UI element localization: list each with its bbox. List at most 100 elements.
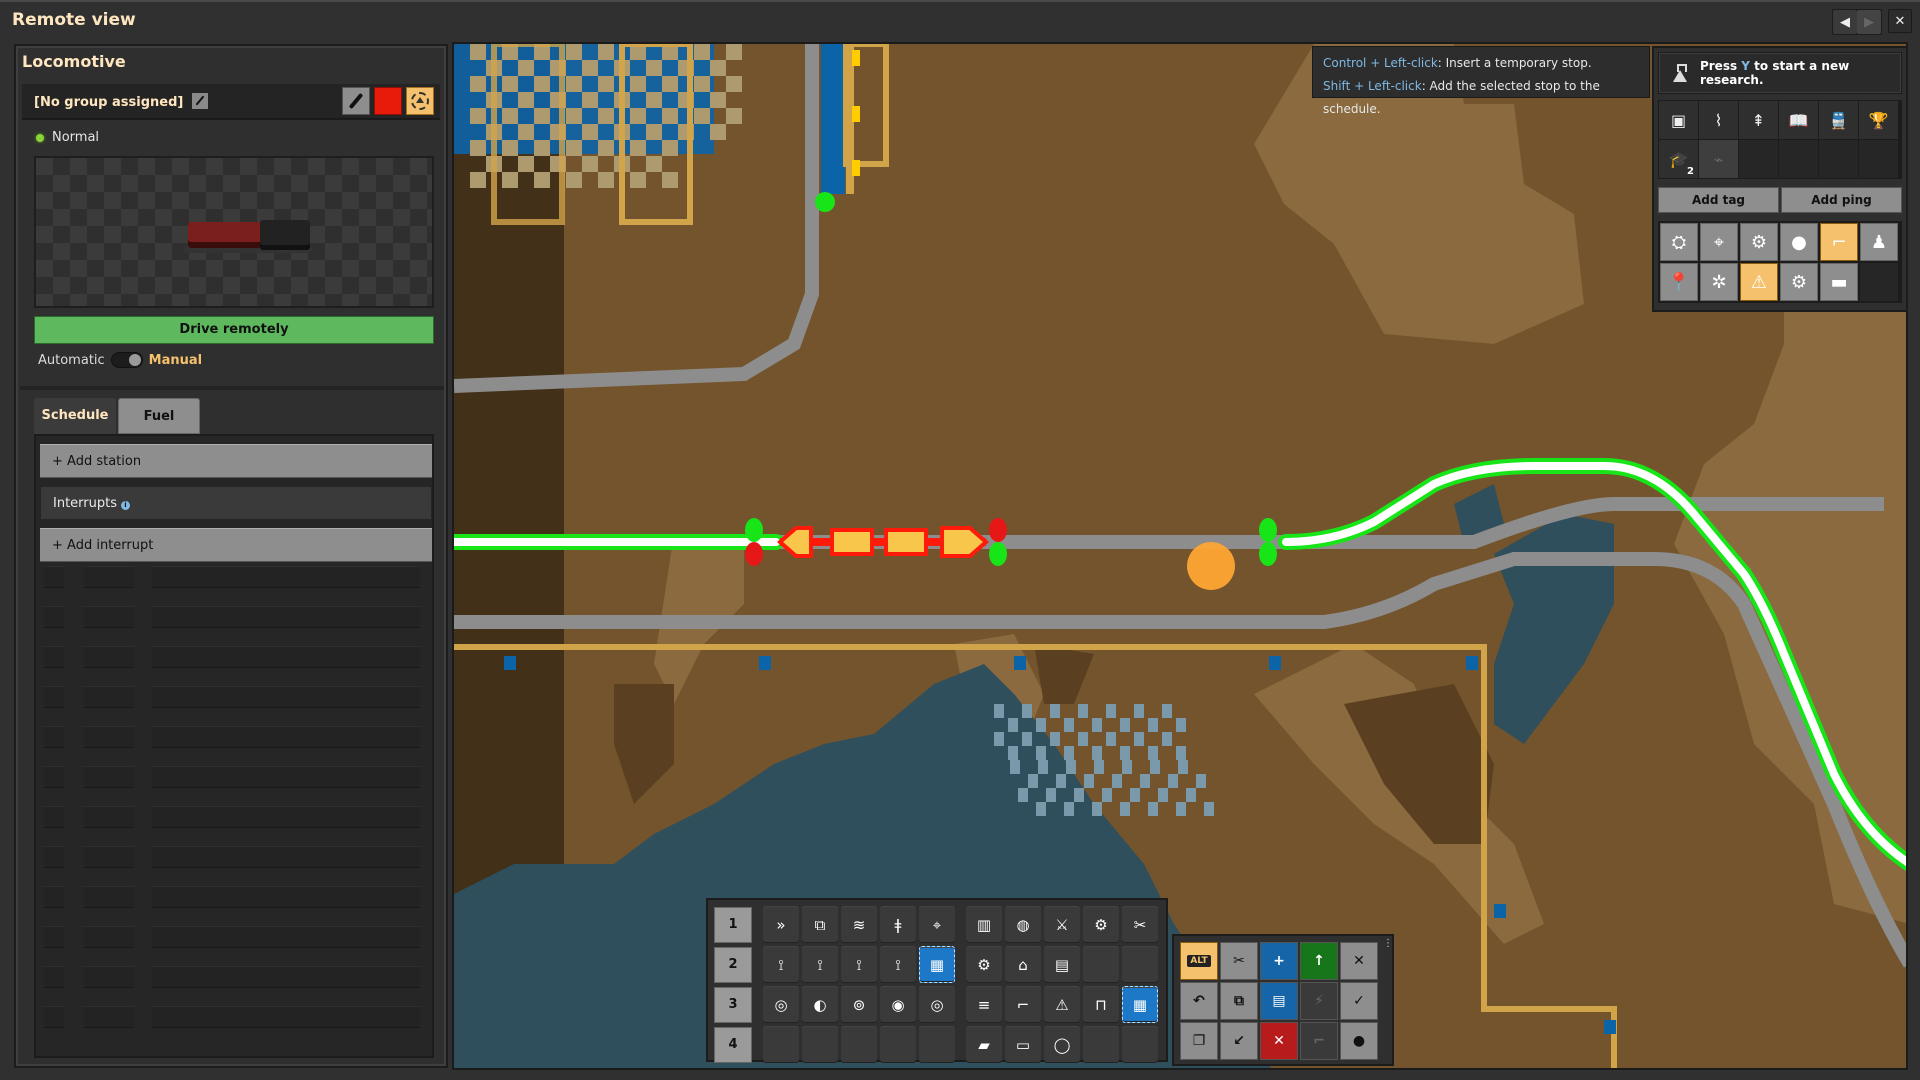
locomotive-icon[interactable]: ▰ bbox=[966, 1026, 1002, 1063]
empty-quickbar-slot[interactable] bbox=[1122, 946, 1158, 983]
mode-toggle[interactable] bbox=[110, 352, 143, 368]
blueprint-book-tool-button[interactable]: ▤ bbox=[1260, 982, 1298, 1020]
inserter-icon[interactable]: ⟟ bbox=[763, 946, 799, 983]
storage-tank-icon[interactable]: ◎ bbox=[919, 986, 955, 1023]
edit-group-icon[interactable] bbox=[191, 93, 208, 109]
spidertron-icon[interactable]: ✲ bbox=[1700, 263, 1738, 301]
bulk-inserter-icon[interactable]: ⟟ bbox=[880, 946, 916, 983]
achievements-icon[interactable]: 🏆 bbox=[1859, 101, 1898, 139]
add-station-button[interactable]: + Add station bbox=[40, 444, 432, 478]
landfill-tile bbox=[1134, 732, 1144, 746]
train[interactable] bbox=[776, 526, 990, 558]
info-icon[interactable]: i bbox=[121, 501, 130, 510]
pipe-to-ground-icon[interactable]: ◐ bbox=[802, 986, 838, 1023]
copy-settings-tool-button[interactable]: ↙ bbox=[1220, 1022, 1258, 1060]
alt-mode-toggle-button[interactable]: ALT bbox=[1180, 942, 1218, 980]
empty-quickbar-slot[interactable] bbox=[1083, 946, 1119, 983]
color-picker-button[interactable] bbox=[342, 87, 370, 115]
empty-quickbar-slot[interactable] bbox=[763, 1026, 799, 1063]
selection-icon[interactable]: ▣ bbox=[1659, 101, 1698, 139]
trains-icon[interactable]: 🚆 bbox=[1819, 101, 1858, 139]
center-on-entity-button[interactable] bbox=[406, 87, 434, 115]
circuit-icon[interactable]: ⚙ bbox=[1780, 263, 1818, 301]
assembler-icon[interactable]: ⚙ bbox=[1083, 906, 1119, 943]
flame-icon[interactable]: ● bbox=[1780, 223, 1818, 261]
rail-signal-icon[interactable]: ⌐ bbox=[1005, 986, 1041, 1023]
tab-schedule[interactable]: Schedule bbox=[34, 398, 116, 434]
repair-pack-icon[interactable]: ✂ bbox=[1122, 906, 1158, 943]
big-electric-pole-icon[interactable]: ⌖ bbox=[1700, 223, 1738, 261]
fluid-wagon-icon[interactable]: ◯ bbox=[1044, 1026, 1080, 1063]
cut-tool-button[interactable]: ✂ bbox=[1220, 942, 1258, 980]
empty-quickbar-slot[interactable] bbox=[880, 1026, 916, 1063]
undo-tool-button[interactable]: ↶ bbox=[1180, 982, 1218, 1020]
cancel-deconstruct-tool-button[interactable]: ✕ bbox=[1260, 1022, 1298, 1060]
forward-button[interactable]: ▶ bbox=[1857, 10, 1881, 34]
quickbar-page-button[interactable]: 2 bbox=[714, 946, 752, 983]
big-pole-icon[interactable]: ⌖ bbox=[919, 906, 955, 943]
engineer-icon[interactable]: ♟ bbox=[1860, 223, 1898, 261]
assembler-icon[interactable]: ⚙ bbox=[1740, 223, 1778, 261]
research-button[interactable]: Press Y to start a new research. bbox=[1658, 52, 1902, 94]
empty-quickbar-slot[interactable] bbox=[1083, 1026, 1119, 1063]
chain-signal-icon[interactable]: ⚠ bbox=[1044, 986, 1080, 1023]
wooden-chest-icon[interactable]: ▥ bbox=[966, 906, 1002, 943]
express-belt-icon[interactable]: » bbox=[763, 906, 799, 943]
copy-tool-button[interactable]: + bbox=[1260, 942, 1298, 980]
train-stop-icon[interactable]: ▬ bbox=[1820, 263, 1858, 301]
paste-tool-button[interactable]: ⧉ bbox=[1220, 982, 1258, 1020]
chain-signal-icon[interactable]: ⚠ bbox=[1740, 263, 1778, 301]
redo-tool-button[interactable]: ❐ bbox=[1180, 1022, 1218, 1060]
long-inserter-icon[interactable]: ⟟ bbox=[841, 946, 877, 983]
group-label: [No group assigned] bbox=[34, 93, 208, 110]
upgrade-icon[interactable]: ⇞ bbox=[1739, 101, 1778, 139]
cancel-upgrade-tool-button[interactable]: ● bbox=[1340, 1022, 1378, 1060]
tool-panel-menu-icon[interactable]: ⋮ bbox=[1383, 939, 1393, 954]
roboport-icon[interactable]: ⛭ bbox=[1660, 223, 1698, 261]
tab-fuel[interactable]: Fuel bbox=[118, 398, 200, 434]
fast-inserter-icon[interactable]: ⟟ bbox=[802, 946, 838, 983]
map-pin-icon[interactable]: 📍 bbox=[1660, 263, 1698, 301]
remote-tool-button[interactable]: ⌐ bbox=[1300, 1022, 1338, 1060]
deconstruction-tool-button[interactable]: ✕ bbox=[1340, 942, 1378, 980]
lab-icon[interactable]: ⌂ bbox=[1005, 946, 1041, 983]
back-button[interactable]: ◀ bbox=[1833, 10, 1857, 34]
small-pole-icon[interactable]: ǂ bbox=[880, 906, 916, 943]
turret-icon[interactable]: ⚔ bbox=[1044, 906, 1080, 943]
artillery-tool-button[interactable]: ⚡ bbox=[1300, 982, 1338, 1020]
gears-icon[interactable]: ⚙ bbox=[966, 946, 1002, 983]
remote-connection-icon[interactable]: ⌁ bbox=[1699, 140, 1738, 178]
drive-remotely-button[interactable]: Drive remotely bbox=[34, 316, 434, 344]
rail-signal-icon[interactable]: ⌐ bbox=[1820, 223, 1858, 261]
tips-and-tricks-icon[interactable]: 🎓 2 bbox=[1659, 140, 1698, 178]
offshore-pump-icon[interactable]: ◉ bbox=[880, 986, 916, 1023]
blueprint-tool-button[interactable]: ↑ bbox=[1300, 942, 1338, 980]
add-ping-button[interactable]: Add ping bbox=[1781, 187, 1902, 213]
production-stats-icon[interactable]: ⌇ bbox=[1699, 101, 1738, 139]
splitter-icon[interactable]: ⧉ bbox=[802, 906, 838, 943]
factoriopedia-icon[interactable]: 📖 bbox=[1779, 101, 1818, 139]
upgrade-tool-button[interactable]: ✓ bbox=[1340, 982, 1378, 1020]
locomotive-color-swatch[interactable] bbox=[374, 87, 402, 115]
grenade-icon[interactable]: ◍ bbox=[1005, 906, 1041, 943]
empty-quickbar-slot[interactable] bbox=[802, 1026, 838, 1063]
quickbar-page-button[interactable]: 1 bbox=[714, 906, 752, 943]
blueprint-icon[interactable]: ▦ bbox=[1122, 986, 1158, 1023]
add-tag-button[interactable]: Add tag bbox=[1658, 187, 1779, 213]
add-interrupt-button[interactable]: + Add interrupt bbox=[40, 528, 432, 562]
quickbar-page-button[interactable]: 3 bbox=[714, 986, 752, 1023]
empty-quickbar-slot[interactable] bbox=[1122, 1026, 1158, 1063]
pipe-icon[interactable]: ◎ bbox=[763, 986, 799, 1023]
inserter-stack-icon[interactable]: ≋ bbox=[841, 906, 877, 943]
entity-preview[interactable] bbox=[34, 156, 434, 308]
furnace-icon[interactable]: ▤ bbox=[1044, 946, 1080, 983]
empty-quickbar-slot[interactable] bbox=[841, 1026, 877, 1063]
pump-icon[interactable]: ⊚ bbox=[841, 986, 877, 1023]
close-button[interactable]: ✕ bbox=[1888, 9, 1912, 33]
cargo-wagon-icon[interactable]: ▭ bbox=[1005, 1026, 1041, 1063]
blueprint-icon[interactable]: ▦ bbox=[919, 946, 955, 983]
rail-icon[interactable]: ≡ bbox=[966, 986, 1002, 1023]
empty-quickbar-slot[interactable] bbox=[919, 1026, 955, 1063]
quickbar-page-button[interactable]: 4 bbox=[714, 1026, 752, 1063]
train-stop-icon[interactable]: ⊓ bbox=[1083, 986, 1119, 1023]
